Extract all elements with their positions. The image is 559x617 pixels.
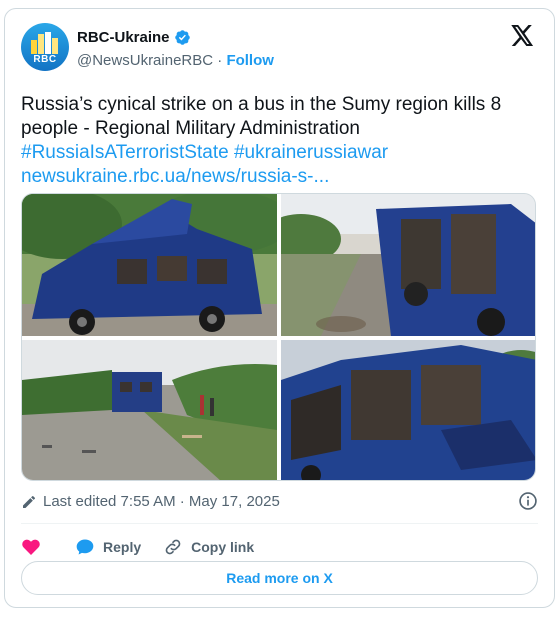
avatar[interactable]: RBC xyxy=(21,23,69,71)
verified-badge-icon xyxy=(174,30,190,45)
media-grid xyxy=(21,193,536,481)
action-bar: Reply Copy link xyxy=(21,531,276,563)
reply-bubble-icon xyxy=(76,539,94,555)
pencil-icon xyxy=(23,495,36,508)
tweet-card: RBC RBC-Ukraine @NewsUkraineRBC · Follow… xyxy=(4,8,555,608)
account-handle[interactable]: @NewsUkraineRBC xyxy=(77,52,213,69)
hashtags-link[interactable]: #RussiaIsATerroristState #ukrainerussiaw… xyxy=(21,141,536,165)
read-more-button[interactable]: Read more on X xyxy=(21,561,538,595)
like-button[interactable] xyxy=(21,537,41,557)
tweet-text: Russia’s cynical strike on a bus in the … xyxy=(21,94,502,139)
account-name[interactable]: RBC-Ukraine xyxy=(77,29,170,46)
link-icon xyxy=(165,539,181,555)
edited-text: Last edited 7:55 AM · May 17, 2025 xyxy=(43,493,280,510)
photo-road-scene[interactable] xyxy=(22,340,277,480)
separator-dot: · xyxy=(217,52,223,69)
heart-icon xyxy=(22,539,40,555)
account-handle-row: @NewsUkraineRBC · Follow xyxy=(77,52,274,69)
account-name-row[interactable]: RBC-Ukraine xyxy=(77,29,191,46)
edited-timestamp[interactable]: Last edited 7:55 AM · May 17, 2025 xyxy=(21,493,280,510)
article-link[interactable]: newsukraine.rbc.ua/news/russia-s-... xyxy=(21,165,536,189)
photo-bus-closeup[interactable] xyxy=(281,340,535,480)
read-more-label: Read more on X xyxy=(226,570,333,586)
follow-button[interactable]: Follow xyxy=(226,52,274,69)
divider xyxy=(21,523,538,524)
reply-label: Reply xyxy=(103,539,142,555)
photo-bus-side[interactable] xyxy=(22,194,277,336)
avatar-logo-text: RBC xyxy=(33,54,57,65)
photo-bus-rear[interactable] xyxy=(281,194,535,336)
rbc-logo-icon xyxy=(31,32,59,54)
info-icon[interactable] xyxy=(518,491,538,511)
reply-button[interactable]: Reply xyxy=(75,537,141,557)
x-logo-icon[interactable] xyxy=(511,25,534,46)
copy-link-label: Copy link xyxy=(191,539,255,555)
copy-link-button[interactable]: Copy link xyxy=(163,537,254,557)
tweet-body: Russia’s cynical strike on a bus in the … xyxy=(21,93,536,189)
